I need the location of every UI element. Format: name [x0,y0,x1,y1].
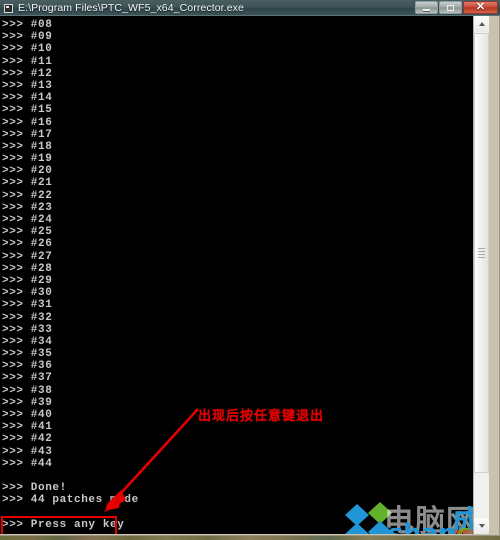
console-line: >>> #36 [2,360,53,373]
console-line: >>> #37 [2,372,53,385]
console-line: >>> #13 [2,79,53,92]
window-controls: ✕ [415,1,498,14]
console-line: >>> #09 [2,31,53,44]
console-line: >>> #15 [2,104,53,117]
scroll-down-arrow-icon [478,524,485,528]
console-line: >>> #20 [2,165,53,178]
console-line-list: >>> #08 >>> #09 >>> #10 >>> #11 >>> #12 >>> #… [2,19,462,531]
console-line: >>> #19 [2,153,53,166]
console-line: >>> #26 [2,238,53,251]
console-line: >>> #42 [2,433,53,446]
scroll-up-button[interactable] [474,16,489,32]
console-line: >>> #21 [2,177,53,190]
console-output-area[interactable]: >>> #08 >>> #09 >>> #10 >>> #11 >>> #12 >>> #… [0,16,473,534]
console-line: >>> #30 [2,287,53,300]
console-line: >>> #10 [2,43,53,56]
console-line: >>> #29 [2,274,53,287]
annotation-note: 出现后按任意键退出 [198,409,325,424]
console-line: >>> Done! [2,482,67,495]
console-line: >>> #11 [2,55,53,68]
minimize-button[interactable] [415,1,438,14]
console-line: >>> #35 [2,348,53,361]
scroll-down-button[interactable] [474,518,489,534]
window-title: E:\Program Files\PTC_WF5_x64_Corrector.e… [18,2,244,14]
scrollbar-grip-icon [478,248,485,258]
window-titlebar[interactable]: E:\Program Files\PTC_WF5_x64_Corrector.e… [0,0,500,16]
maximize-button[interactable] [439,1,462,14]
scrollbar-thumb[interactable] [474,33,489,473]
console-line: >>> #12 [2,67,53,80]
console-line: >>> #34 [2,335,53,348]
console-line: >>> #32 [2,311,53,324]
console-line: >>> #14 [2,92,53,105]
console-line: >>> #27 [2,250,53,263]
console-window-icon [4,3,13,13]
console-line: >>> #44 [2,457,53,470]
close-button[interactable]: ✕ [463,1,498,14]
close-icon: ✕ [475,1,486,13]
minimize-icon [423,8,430,11]
console-line: >>> #22 [2,189,53,202]
console-line: >>> #38 [2,384,53,397]
console-line: >>> #08 [2,19,53,31]
console-line: >>> #33 [2,323,53,336]
console-line: >>> #25 [2,226,53,239]
console-line: >>> #18 [2,140,53,153]
maximize-icon [447,4,454,11]
console-window: E:\Program Files\PTC_WF5_x64_Corrector.e… [0,0,500,536]
console-line: >>> #28 [2,262,53,275]
console-line: >>> #23 [2,201,53,214]
console-line: >>> #17 [2,128,53,141]
console-line: >>> 44 patches made [2,494,139,507]
vertical-scrollbar[interactable] [473,16,489,534]
highlight-box [1,516,117,534]
scroll-up-arrow-icon [478,22,485,26]
console-line: >>> #24 [2,214,53,226]
console-line: >>> #31 [2,299,53,312]
console-line: >>> #43 [2,445,53,458]
console-line: >>> #16 [2,116,53,129]
